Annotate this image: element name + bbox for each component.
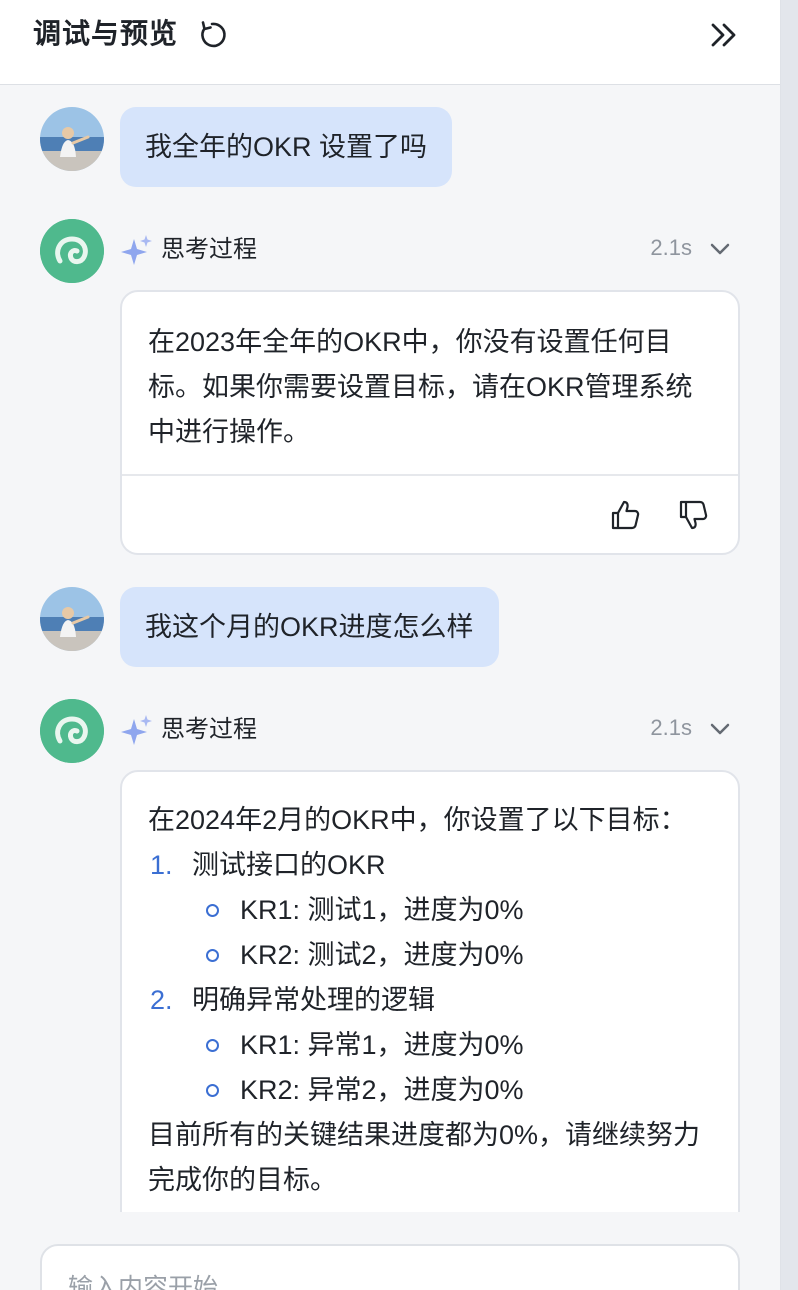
panel-header: 调试与预览 — [0, 0, 780, 85]
input-placeholder: 输入内容开始 — [68, 1274, 219, 1290]
objective-title: 明确异常处理的逻辑 — [192, 985, 435, 1015]
key-result-text: KR1: 异常1，进度为0% — [240, 1030, 524, 1060]
key-result-item: KR1: 异常1，进度为0% — [148, 1023, 712, 1068]
bot-avatar — [40, 699, 104, 763]
objective-number: 2. — [150, 985, 173, 1015]
refresh-icon[interactable] — [196, 19, 228, 51]
assistant-answer-card: 在2024年2月的OKR中，你设置了以下目标： 1. 测试接口的OKR KR1:… — [120, 770, 740, 1250]
sparkle-icon — [121, 235, 152, 265]
thinking-process-row[interactable]: 思考过程 2.1s — [120, 709, 740, 753]
answer-outro: 目前所有的关键结果进度都为0%，请继续努力完成你的目标。 — [148, 1120, 701, 1195]
bullet-circle-icon — [206, 1039, 219, 1052]
key-result-text: KR1: 测试1，进度为0% — [240, 895, 524, 925]
objective-number: 1. — [150, 850, 173, 880]
bullet-circle-icon — [206, 949, 219, 962]
key-result-item: KR2: 测试2，进度为0% — [148, 933, 712, 978]
user-avatar — [40, 587, 104, 651]
chevron-down-icon[interactable] — [708, 237, 732, 261]
key-result-item: KR1: 测试1，进度为0% — [148, 888, 712, 933]
thinking-label: 思考过程 — [161, 716, 257, 743]
answer-body: 在2024年2月的OKR中，你设置了以下目标： 1. 测试接口的OKR KR1:… — [122, 772, 738, 1203]
answer-text: 在2023年全年的OKR中，你没有设置任何目标。如果你需要设置目标，请在OKR管… — [148, 327, 693, 447]
debug-preview-panel: 调试与预览 我全年的OKR 设置了吗 思考过程 2.1s 在2023年全年的OK… — [0, 0, 781, 1290]
card-divider — [122, 474, 738, 476]
user-avatar — [40, 107, 104, 171]
answer-intro: 在2024年2月的OKR中，你设置了以下目标： — [148, 805, 687, 835]
key-result-text: KR2: 异常2，进度为0% — [240, 1075, 524, 1105]
user-message-bubble: 我全年的OKR 设置了吗 — [120, 107, 453, 187]
objective-item: 1. 测试接口的OKR — [148, 843, 712, 888]
elapsed-time: 2.1s — [650, 235, 692, 260]
bot-avatar — [40, 219, 104, 283]
double-chevron-right-icon[interactable] — [706, 17, 742, 53]
chat-input-area: 输入内容开始 — [0, 1212, 780, 1290]
bullet-circle-icon — [206, 1084, 219, 1097]
key-result-item: KR2: 异常2，进度为0% — [148, 1068, 712, 1113]
elapsed-time: 2.1s — [650, 715, 692, 740]
thumbs-up-icon[interactable] — [608, 498, 642, 532]
sparkle-icon — [121, 715, 152, 745]
bullet-circle-icon — [206, 904, 219, 917]
panel-title: 调试与预览 — [33, 18, 179, 49]
chevron-down-icon[interactable] — [708, 717, 732, 741]
chat-input[interactable]: 输入内容开始 — [40, 1244, 740, 1290]
thinking-process-row[interactable]: 思考过程 2.1s — [120, 229, 740, 273]
assistant-answer-card: 在2023年全年的OKR中，你没有设置任何目标。如果你需要设置目标，请在OKR管… — [120, 290, 740, 555]
user-message-bubble: 我这个月的OKR进度怎么样 — [120, 587, 499, 667]
thinking-label: 思考过程 — [161, 236, 257, 263]
key-result-text: KR2: 测试2，进度为0% — [240, 940, 524, 970]
objective-item: 2. 明确异常处理的逻辑 — [148, 978, 712, 1023]
thumbs-down-icon[interactable] — [676, 498, 710, 532]
objective-title: 测试接口的OKR — [192, 850, 386, 880]
